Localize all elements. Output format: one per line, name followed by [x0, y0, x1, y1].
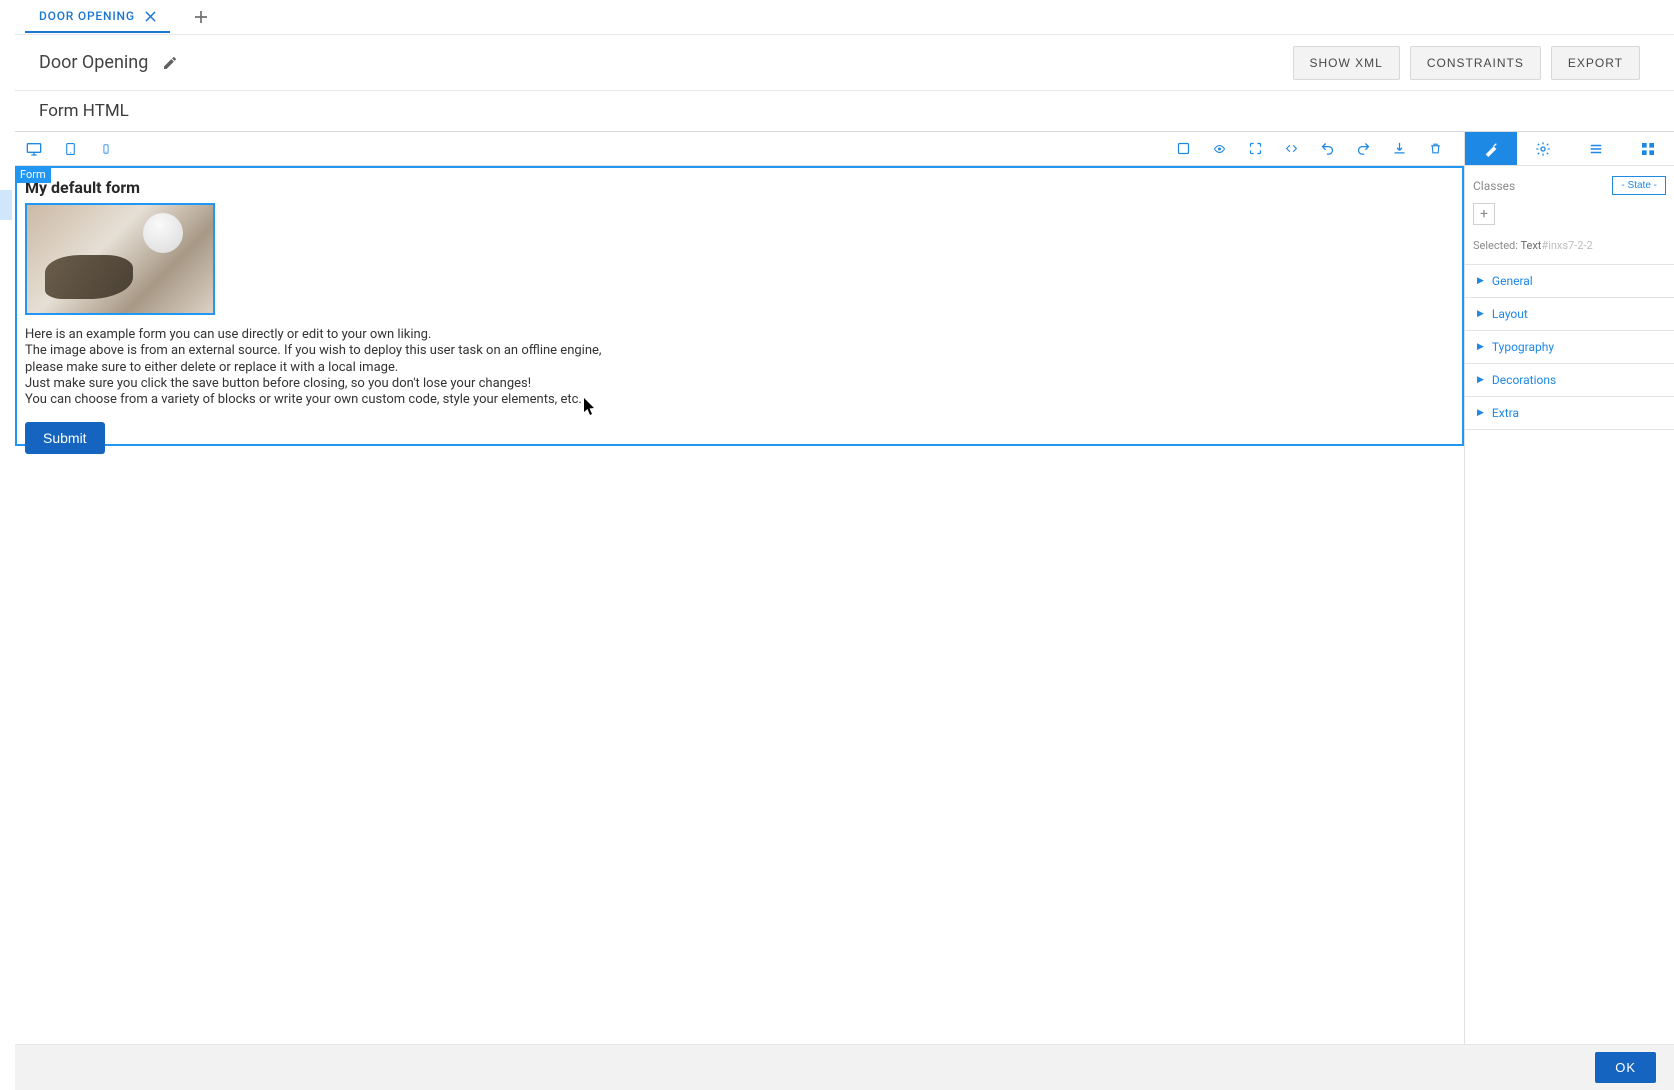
- state-dropdown[interactable]: - State -: [1612, 176, 1666, 195]
- add-tab-icon[interactable]: [194, 10, 208, 24]
- title-bar: Door Opening SHOW XML CONSTRAINTS EXPORT: [15, 35, 1674, 91]
- page-title: Door Opening: [39, 52, 148, 73]
- form-paragraph[interactable]: Here is an example form you can use dire…: [25, 327, 1454, 408]
- para-line-1: Here is an example form you can use dire…: [25, 327, 431, 342]
- undo-icon[interactable]: [1316, 138, 1338, 160]
- constraints-button[interactable]: CONSTRAINTS: [1410, 46, 1541, 80]
- accordion-label: Layout: [1492, 307, 1528, 321]
- blocks-icon[interactable]: [1622, 132, 1674, 165]
- tab-door-opening[interactable]: DOOR OPENING: [25, 1, 170, 33]
- left-gutter-strip: [0, 190, 12, 220]
- editor-area: Form My default form Here is an example …: [15, 132, 1674, 1044]
- preview-icon[interactable]: [1208, 138, 1230, 160]
- para-line-2: The image above is from an external sour…: [25, 343, 601, 358]
- section-title: Form HTML: [39, 101, 1650, 121]
- export-button[interactable]: EXPORT: [1551, 46, 1640, 80]
- selected-id: #inxs7-2-2: [1541, 239, 1592, 252]
- phone-icon[interactable]: [95, 138, 117, 160]
- accordion-general[interactable]: ▶ General: [1465, 265, 1674, 298]
- accordion-label: Extra: [1492, 406, 1519, 420]
- redo-icon[interactable]: [1352, 138, 1374, 160]
- tabs-row: DOOR OPENING: [15, 0, 1674, 35]
- accordion-typography[interactable]: ▶ Typography: [1465, 331, 1674, 364]
- device-icons: [23, 138, 117, 160]
- desktop-icon[interactable]: [23, 138, 45, 160]
- style-manager-icon[interactable]: [1465, 132, 1517, 165]
- caret-right-icon: ▶: [1477, 309, 1484, 319]
- form-image[interactable]: [25, 203, 215, 315]
- show-xml-button[interactable]: SHOW XML: [1293, 46, 1400, 80]
- trash-icon[interactable]: [1424, 138, 1446, 160]
- title-actions: SHOW XML CONSTRAINTS EXPORT: [1293, 46, 1640, 80]
- caret-right-icon: ▶: [1477, 276, 1484, 286]
- device-toolbar: [15, 132, 1464, 166]
- caret-right-icon: ▶: [1477, 408, 1484, 418]
- close-tab-icon[interactable]: [145, 11, 156, 22]
- para-line-3: please make sure to either delete or rep…: [25, 360, 398, 375]
- fullscreen-icon[interactable]: [1244, 138, 1266, 160]
- para-line-5: You can choose from a variety of blocks …: [25, 392, 582, 407]
- classes-label: Classes: [1473, 179, 1515, 193]
- style-accordion: ▶ General ▶ Layout ▶ Typography ▶ Decoration…: [1465, 264, 1674, 430]
- submit-button[interactable]: Submit: [25, 422, 105, 454]
- selected-value: Text: [1520, 239, 1541, 252]
- form-canvas[interactable]: Form My default form Here is an example …: [15, 166, 1464, 446]
- editor-left: Form My default form Here is an example …: [15, 132, 1464, 1044]
- accordion-extra[interactable]: ▶ Extra: [1465, 397, 1674, 430]
- form-badge: Form: [15, 166, 51, 183]
- classes-row: Classes - State -: [1465, 166, 1674, 203]
- settings-icon[interactable]: [1517, 132, 1569, 165]
- footer-bar: OK: [15, 1044, 1674, 1090]
- layers-icon[interactable]: [1570, 132, 1622, 165]
- form-heading[interactable]: My default form: [25, 178, 1454, 197]
- pencil-icon[interactable]: [162, 55, 178, 71]
- caret-right-icon: ▶: [1477, 342, 1484, 352]
- tab-label: DOOR OPENING: [39, 9, 135, 23]
- tablet-icon[interactable]: [59, 138, 81, 160]
- canvas-empty-area[interactable]: [15, 446, 1464, 1044]
- outline-toggle-icon[interactable]: [1172, 138, 1194, 160]
- selected-indicator: Selected: Text#inxs7-2-2: [1465, 233, 1674, 264]
- code-icon[interactable]: [1280, 138, 1302, 160]
- selected-label: Selected:: [1473, 239, 1518, 252]
- para-line-4: Just make sure you click the save button…: [25, 376, 531, 391]
- accordion-label: Decorations: [1492, 373, 1556, 387]
- ok-button[interactable]: OK: [1595, 1052, 1656, 1083]
- download-icon[interactable]: [1388, 138, 1410, 160]
- accordion-label: General: [1492, 274, 1533, 288]
- caret-right-icon: ▶: [1477, 375, 1484, 385]
- accordion-layout[interactable]: ▶ Layout: [1465, 298, 1674, 331]
- canvas-actions: [1172, 138, 1456, 160]
- accordion-label: Typography: [1492, 340, 1554, 354]
- add-class-button[interactable]: +: [1473, 203, 1495, 225]
- accordion-decorations[interactable]: ▶ Decorations: [1465, 364, 1674, 397]
- right-panel-tabs: [1465, 132, 1674, 166]
- right-panel: Classes - State - + Selected: Text#inxs7…: [1464, 132, 1674, 1044]
- section-bar: Form HTML: [15, 91, 1674, 132]
